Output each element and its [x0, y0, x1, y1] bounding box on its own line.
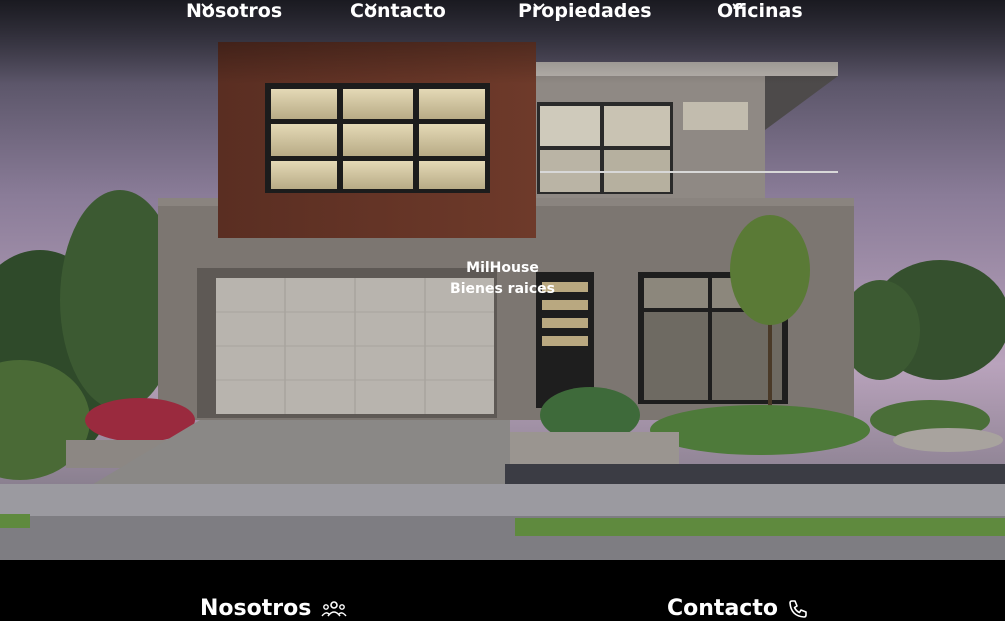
footer-nosotros-label: Nosotros: [200, 596, 312, 621]
chevron-down-icon: [533, 3, 545, 11]
footer-nosotros[interactable]: Nosotros: [200, 596, 347, 621]
nav-nosotros[interactable]: Nosotros: [186, 0, 282, 22]
nav-oficinas-label: Oficinas: [717, 0, 803, 22]
nav-oficinas[interactable]: Oficinas: [717, 0, 803, 22]
phone-icon: [789, 599, 807, 618]
hero-image: Nosotros Contacto Propiedades Oficinas M…: [0, 0, 1005, 560]
brand: MilHouse Bienes raices: [0, 258, 1005, 300]
brand-tagline: Bienes raices: [450, 281, 555, 297]
chevron-down-icon: [732, 3, 744, 11]
nav-contacto[interactable]: Contacto: [350, 0, 446, 22]
people-icon: [321, 600, 347, 617]
footer-contacto[interactable]: Contacto: [667, 596, 808, 621]
brand-name: MilHouse: [466, 260, 539, 276]
chevron-down-icon: [365, 3, 377, 11]
footer: Nosotros Contacto: [0, 560, 1005, 621]
nav-propiedades[interactable]: Propiedades: [518, 0, 652, 22]
footer-contacto-label: Contacto: [667, 596, 778, 621]
chevron-down-icon: [201, 3, 213, 11]
